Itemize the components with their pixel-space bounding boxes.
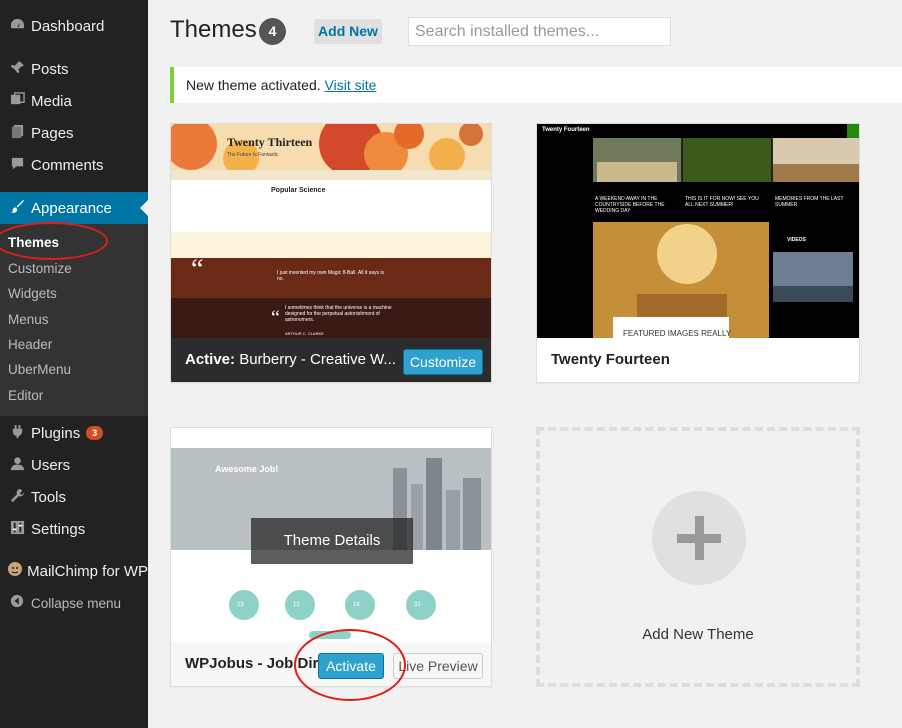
page-title: Themes	[170, 16, 257, 43]
paintbrush-icon	[6, 199, 28, 218]
submenu-item-customize[interactable]: Customize	[8, 261, 72, 276]
preview-stat-3: 18	[353, 602, 360, 608]
sidebar-item-plugins[interactable]: Plugins 3	[0, 418, 148, 448]
notice-text: New theme activated.	[186, 77, 321, 93]
media-icon	[6, 91, 28, 111]
pages-icon	[6, 124, 28, 143]
collapse-arrow-icon	[6, 594, 28, 612]
theme-screenshot: Twenty Fourteen A WEEKEND AWAY IN THE CO…	[537, 124, 859, 340]
svg-text:“: “	[271, 307, 280, 329]
theme-card-active[interactable]: “ “ Twenty Thirteen The Future Is Fantas…	[170, 123, 492, 383]
preview-quote-author: ARTHUR C. CLARKE	[285, 331, 324, 336]
settings-icon	[6, 520, 28, 539]
svg-text:“: “	[191, 254, 203, 285]
theme-name: Burberry - Creative W...	[239, 351, 396, 368]
preview-site-title: Twenty Fourteen	[542, 127, 590, 133]
submenu-item-widgets[interactable]: Widgets	[8, 286, 57, 301]
active-label: Active:	[185, 351, 236, 368]
sidebar-item-label: Media	[31, 92, 72, 110]
sidebar-item-dashboard[interactable]: Dashboard	[0, 11, 148, 41]
theme-card-twenty-fourteen[interactable]: Twenty Fourteen A WEEKEND AWAY IN THE CO…	[536, 123, 860, 383]
dashboard-icon	[6, 17, 28, 36]
collapse-menu-button[interactable]: Collapse menu	[0, 588, 148, 618]
theme-count-badge: 4	[259, 18, 286, 45]
sidebar-item-mailchimp[interactable]: MailChimp for WP	[0, 556, 148, 586]
submenu-item-editor[interactable]: Editor	[8, 388, 43, 403]
sidebar-item-tools[interactable]: Tools	[0, 482, 148, 512]
customize-button[interactable]: Customize	[403, 349, 483, 375]
search-themes-input[interactable]	[408, 17, 671, 46]
sidebar-item-label: MailChimp for WP	[27, 562, 148, 580]
wrench-icon	[6, 488, 28, 507]
theme-screenshot: Awesome Job! 23 12 18 32 Theme Details	[171, 428, 491, 644]
sidebar-item-label: Pages	[31, 124, 74, 142]
plugin-icon	[6, 424, 28, 443]
preview-site-title: Twenty Thirteen	[227, 135, 313, 149]
pushpin-icon	[6, 60, 28, 79]
theme-details-overlay[interactable]: Theme Details	[251, 518, 413, 564]
sidebar-item-label: Tools	[31, 488, 67, 506]
activate-button[interactable]: Activate	[318, 653, 384, 679]
preview-stat-2: 12	[293, 602, 300, 608]
preview-tagline: The Future Is Fantastic	[227, 152, 279, 158]
sidebar-item-label: Comments	[31, 156, 104, 174]
preview-quote-2: I sometimes think that the universe is a…	[285, 305, 392, 323]
sidebar-item-label: Plugins	[31, 424, 81, 442]
sidebar-item-label: Appearance	[31, 199, 112, 217]
submenu-item-ubermenu[interactable]: UberMenu	[8, 362, 71, 377]
admin-sidebar: Dashboard Posts Media Pages Comments App…	[0, 0, 148, 728]
preview-stat-4: 32	[414, 602, 421, 608]
sidebar-item-pages[interactable]: Pages	[0, 118, 148, 148]
activation-notice: New theme activated. Visit site	[170, 67, 902, 103]
plus-icon	[652, 491, 746, 585]
preview-caption-1: A WEEKEND AWAY IN THE COUNTRYSIDE BEFORE…	[595, 196, 665, 214]
preview-heading: Awesome Job!	[215, 464, 279, 474]
theme-card-wpjobus[interactable]: Awesome Job! 23 12 18 32 Theme Details W…	[170, 427, 492, 687]
plugin-update-badge: 3	[86, 426, 104, 440]
theme-name-bar: Twenty Fourteen	[537, 338, 859, 382]
sidebar-item-label: Settings	[31, 520, 86, 538]
submenu-item-themes[interactable]: Themes	[8, 235, 59, 250]
preview-videos-label: VIDEOS	[787, 237, 806, 243]
sidebar-item-users[interactable]: Users	[0, 450, 148, 480]
user-icon	[6, 456, 28, 475]
live-preview-button[interactable]: Live Preview	[393, 653, 483, 679]
sidebar-item-label: Collapse menu	[31, 595, 122, 611]
sidebar-item-label: Dashboard	[31, 17, 105, 35]
comment-icon	[6, 156, 28, 175]
theme-screenshot: “ “ Twenty Thirteen The Future Is Fantas…	[171, 124, 491, 340]
add-new-theme-card[interactable]: Add New Theme	[536, 427, 860, 687]
add-new-theme-label: Add New Theme	[642, 626, 754, 643]
sidebar-item-posts[interactable]: Posts	[0, 54, 148, 84]
preview-quote-1: I just invented my own Magic 8-Ball. All…	[277, 270, 384, 282]
preview-post-title: Popular Science	[271, 187, 326, 194]
preview-caption-3: MEMORIES FROM THE LAST SUMMER	[775, 196, 844, 208]
sidebar-item-label: Users	[31, 456, 71, 474]
add-new-button[interactable]: Add New	[314, 19, 382, 44]
submenu-item-header[interactable]: Header	[8, 337, 52, 352]
visit-site-link[interactable]: Visit site	[325, 77, 377, 93]
sidebar-item-label: Posts	[31, 60, 69, 78]
preview-stat-1: 23	[237, 602, 244, 608]
mailchimp-icon	[6, 561, 24, 581]
sidebar-item-comments[interactable]: Comments	[0, 150, 148, 180]
submenu-item-menus[interactable]: Menus	[8, 312, 49, 327]
preview-caption-2: THIS IS IT FOR NOW! SEE YOU ALL NEXT SUM…	[685, 196, 759, 208]
appearance-submenu: Themes Customize Widgets Menus Header Ub…	[0, 224, 148, 416]
preview-featured-heading: FEATURED IMAGES REALLY	[623, 329, 732, 338]
sidebar-item-settings[interactable]: Settings	[0, 514, 148, 544]
sidebar-item-media[interactable]: Media	[0, 86, 148, 116]
sidebar-item-appearance[interactable]: Appearance	[0, 192, 148, 224]
